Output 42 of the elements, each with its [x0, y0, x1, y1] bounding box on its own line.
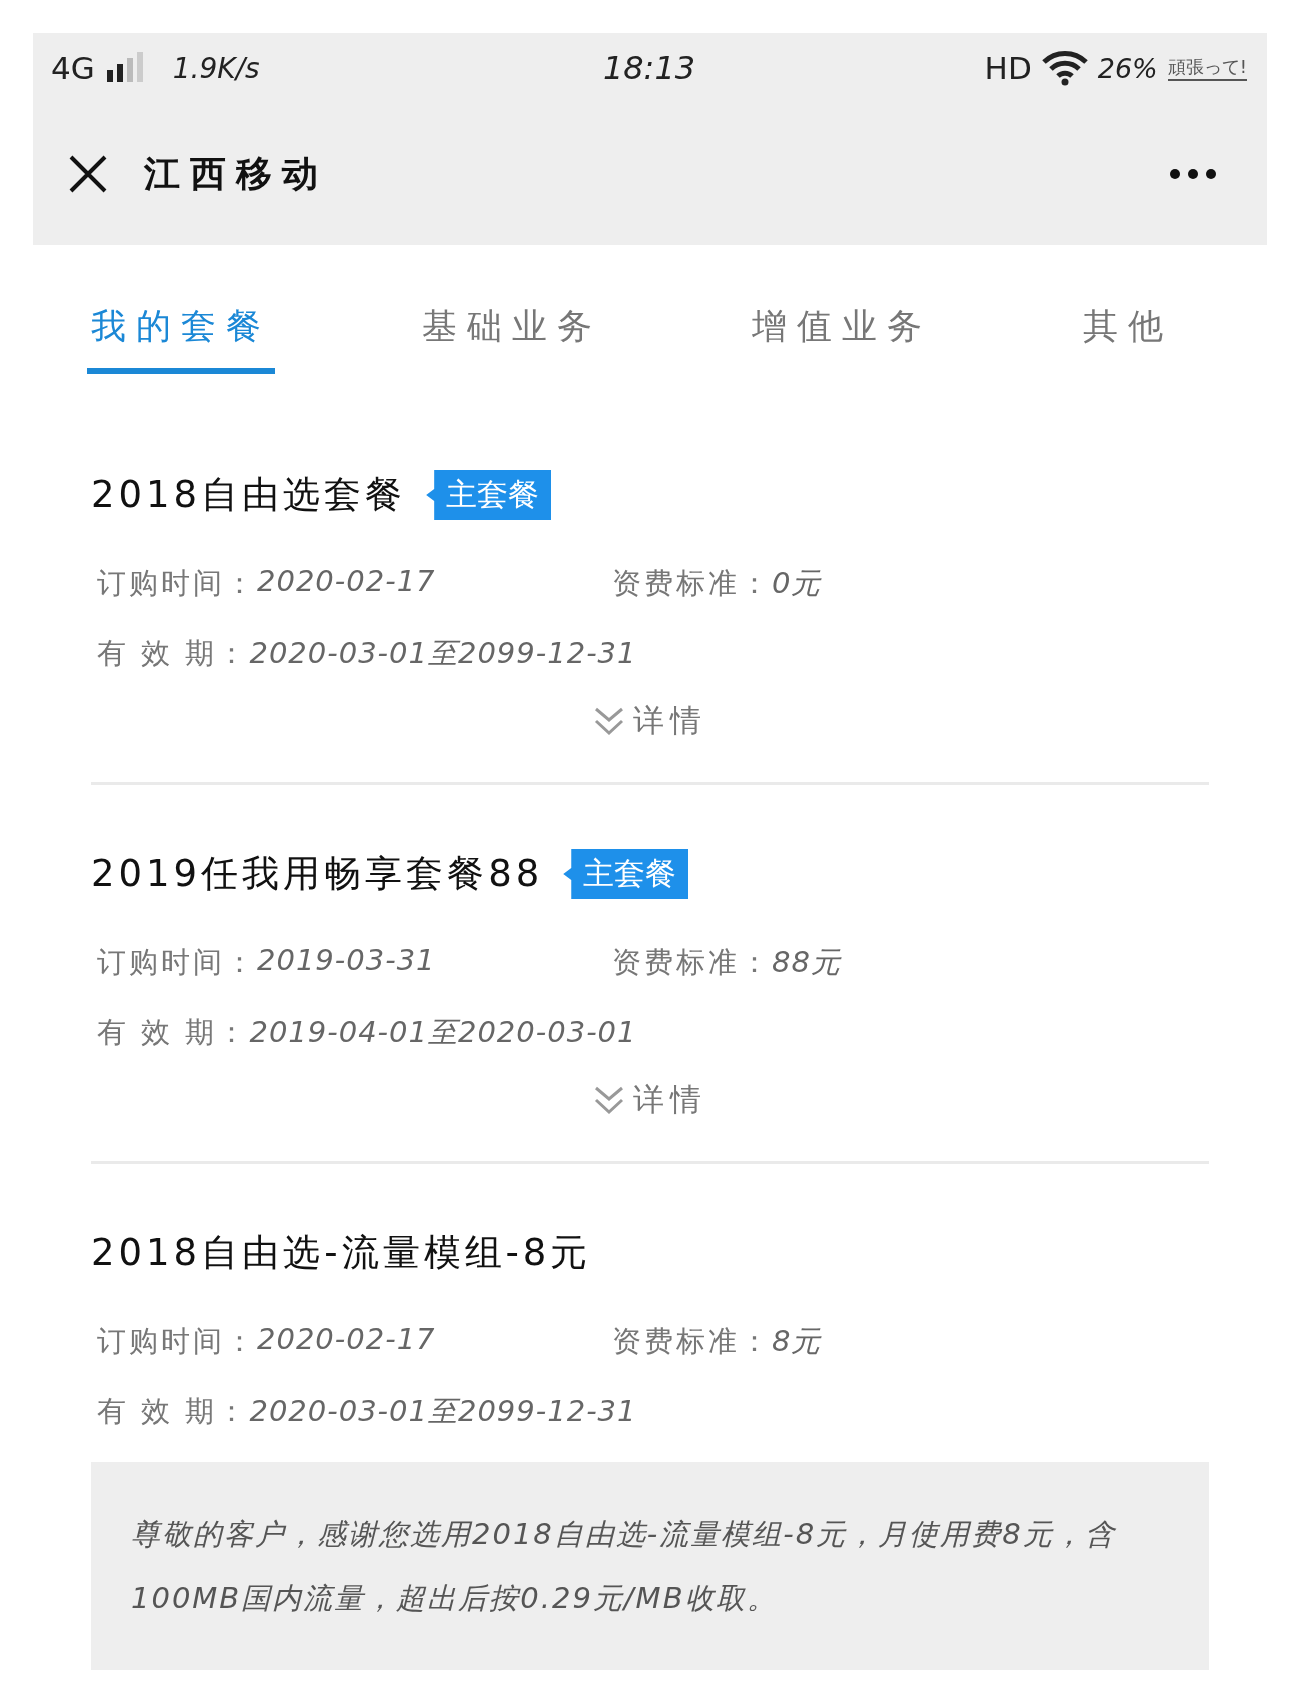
battery-percent: 26% [1097, 52, 1158, 84]
validity-period: 2019-04-01至2020-03-01 [249, 1014, 637, 1051]
tab[interactable]: 基础业务 [417, 293, 606, 374]
field-label: 有 效 期： [97, 635, 250, 672]
network-speed: 1.9K/s [172, 51, 260, 85]
network-type: 4G [51, 50, 95, 86]
hd-indicator: HD [984, 50, 1032, 86]
main-package-tag: 主套餐 [426, 470, 552, 520]
validity-period: 2020-03-01至2099-12-31 [249, 1393, 637, 1430]
tab[interactable]: 增值业务 [748, 293, 937, 374]
order-date: 2020-02-17 [257, 1322, 436, 1358]
field-label: 有 效 期： [97, 1014, 250, 1051]
package-name: 2019任我用畅享套餐88 [91, 851, 544, 897]
validity-period: 2020-03-01至2099-12-31 [249, 635, 637, 672]
double-chevron-icon[interactable] [593, 1085, 625, 1115]
package-notice: 尊敬的客户，感谢您选用2018自由选-流量模组-8元，月使用费8元，含100MB国内流量，超出后按0.29元/MB收取。 [91, 1462, 1209, 1670]
fee-value: 88元 [772, 944, 841, 981]
main-package-tag: 主套餐 [563, 849, 689, 899]
page-title: 江西移动 [144, 151, 329, 196]
more-icon[interactable] [1169, 168, 1217, 180]
double-chevron-icon[interactable] [593, 706, 625, 736]
battery-label: 頑張って! [1167, 55, 1247, 81]
field-label: 有 效 期： [97, 1393, 250, 1430]
package-name: 2018自由选套餐 [91, 472, 407, 518]
field-label: 资费标准： [612, 944, 772, 981]
tab[interactable]: 其他 [1078, 293, 1177, 374]
wifi-icon [1041, 50, 1088, 86]
order-date: 2019-03-31 [257, 943, 436, 979]
clock: 18:13 [602, 49, 696, 87]
field-label: 订购时间： [97, 1323, 257, 1360]
details-link[interactable]: 详情 [633, 1079, 707, 1121]
fee-value: 0元 [772, 565, 822, 602]
field-label: 资费标准： [612, 1323, 772, 1360]
package-name: 2018自由选-流量模组-8元 [91, 1230, 592, 1276]
tab[interactable]: 我的套餐 [87, 293, 275, 374]
field-label: 资费标准： [612, 565, 772, 602]
field-label: 订购时间： [97, 944, 257, 981]
order-date: 2020-02-17 [257, 564, 436, 600]
fee-value: 8元 [772, 1323, 822, 1360]
field-label: 订购时间： [97, 565, 257, 602]
close-icon[interactable] [68, 154, 108, 194]
details-link[interactable]: 详情 [633, 700, 707, 742]
